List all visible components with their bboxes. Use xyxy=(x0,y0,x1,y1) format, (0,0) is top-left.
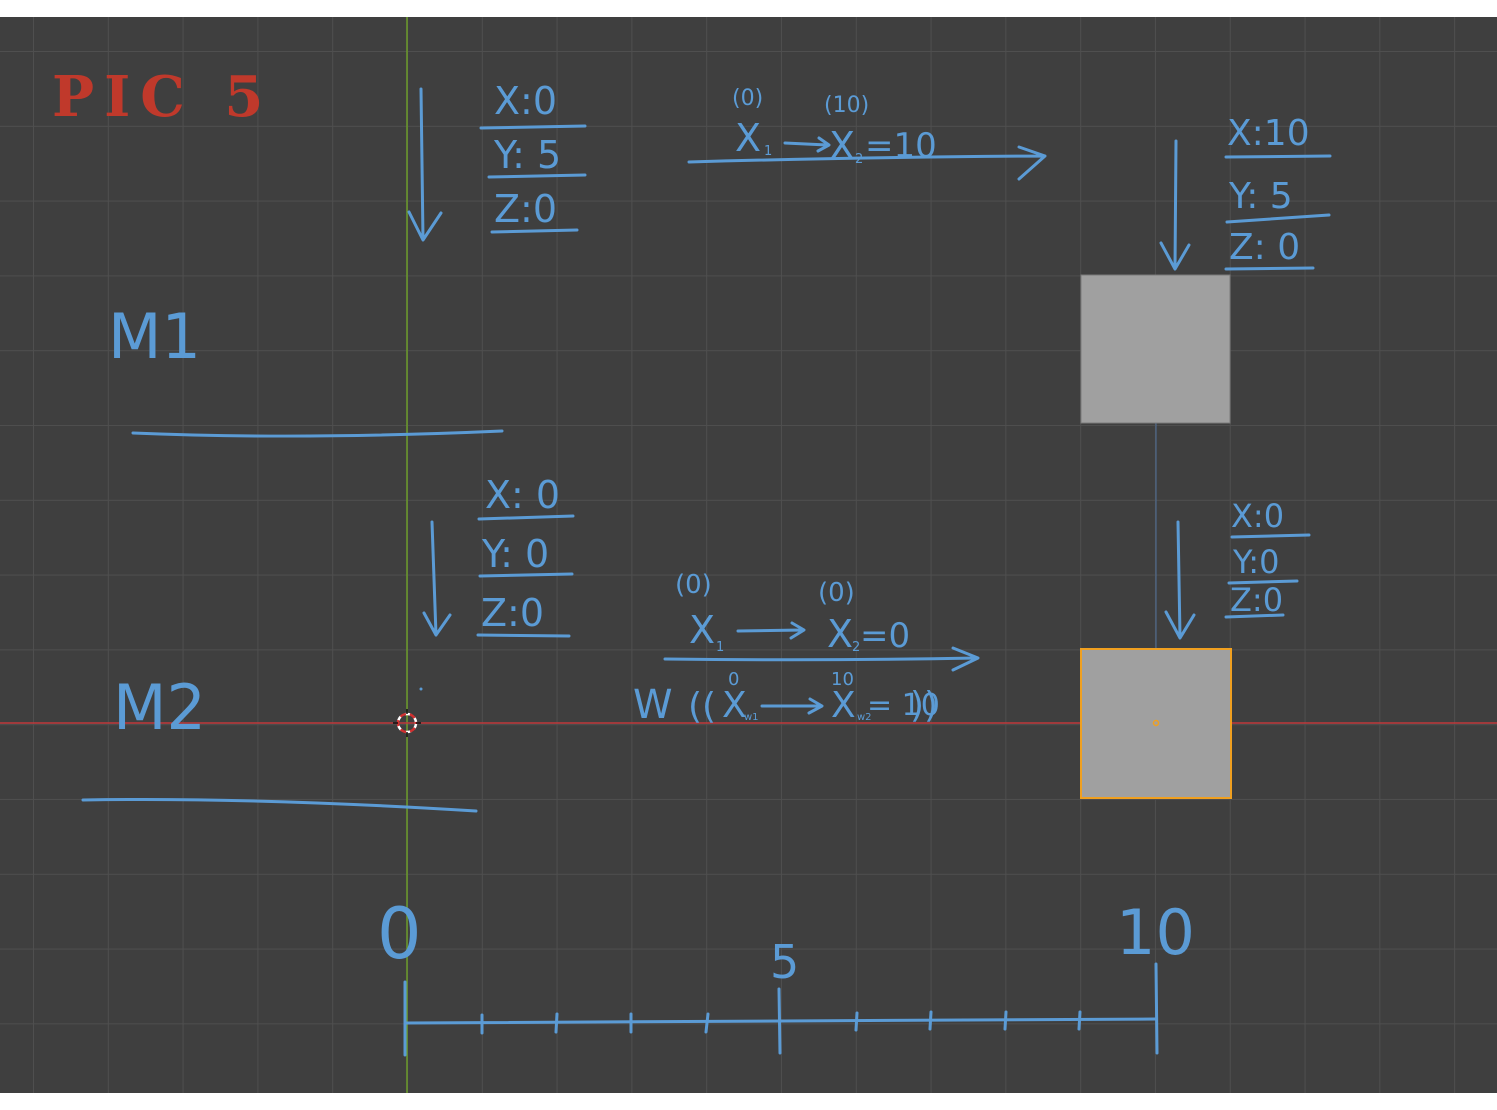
scale-label-10: 10 xyxy=(1116,896,1195,969)
stray-dot xyxy=(419,687,423,691)
separator-m1 xyxy=(131,429,504,438)
separator-m2 xyxy=(81,797,478,813)
m2-start-z: Z:0 xyxy=(481,591,544,635)
annotation-layer: M1 X:0 Y: 5 Z:0 (0) X 1 (10) X 2 =10 X:1… xyxy=(81,79,1332,1057)
svg-text:X: X xyxy=(829,124,855,168)
m1-start-z: Z:0 xyxy=(494,187,557,231)
arrow-down-m2-start xyxy=(422,520,452,637)
svg-text:(10): (10) xyxy=(824,93,869,118)
svg-text:(0): (0) xyxy=(675,570,712,600)
page-title: PIC 5 xyxy=(52,64,274,130)
viewport-canvas[interactable]: M1 X:0 Y: 5 Z:0 (0) X 1 (10) X 2 =10 X:1… xyxy=(0,17,1497,1093)
m1-translation-note: (0) X 1 (10) X 2 =10 xyxy=(732,86,937,168)
m2-end-z: Z:0 xyxy=(1230,581,1283,619)
m1-end-y: Y: 5 xyxy=(1228,176,1293,217)
m1-start-x-rule xyxy=(479,124,587,130)
m1-start-z-rule xyxy=(490,228,579,234)
svg-text:(0): (0) xyxy=(732,86,763,111)
svg-text:X: X xyxy=(831,685,856,726)
svg-text:X: X xyxy=(722,685,747,726)
svg-text:(0): (0) xyxy=(818,578,855,608)
m2-end-z-rule xyxy=(1224,613,1285,619)
svg-text:)): )) xyxy=(910,685,938,726)
arrow-down-m1-end xyxy=(1159,139,1191,271)
m1-end-z-rule xyxy=(1224,266,1315,271)
m1-start-x: X:0 xyxy=(494,79,557,123)
m2-translation-note: (0) X 1 (0) X 2 =0 xyxy=(675,570,910,656)
svg-text:X: X xyxy=(735,116,761,160)
svg-text:=10: =10 xyxy=(865,126,937,166)
svg-text:X: X xyxy=(827,612,853,656)
label-m1: M1 xyxy=(108,300,201,373)
svg-text:((: (( xyxy=(688,686,716,727)
m2-end-x-rule xyxy=(1230,533,1311,539)
m1-end-x: X:10 xyxy=(1227,113,1310,154)
m1-start-y-rule xyxy=(487,173,587,179)
m2-start-y-rule xyxy=(478,572,574,578)
m2-end-y: Y:0 xyxy=(1232,543,1279,581)
scale-label-0: 0 xyxy=(377,893,422,975)
scale-label-5: 5 xyxy=(770,935,799,989)
svg-text:1: 1 xyxy=(764,144,772,159)
svg-text:X: X xyxy=(689,608,715,652)
m2-end-x: X:0 xyxy=(1231,497,1284,535)
m2-start-x: X: 0 xyxy=(485,473,560,517)
svg-text:w1: w1 xyxy=(744,712,759,723)
arrow-down-m1-start xyxy=(407,87,443,242)
m1-end-z: Z: 0 xyxy=(1229,227,1300,268)
m1-end-x-rule xyxy=(1224,154,1332,159)
m2-start-z-rule xyxy=(476,633,571,638)
label-m2: M2 xyxy=(113,671,206,744)
m1-start-y: Y: 5 xyxy=(493,133,561,177)
m2-start-y: Y: 0 xyxy=(481,532,549,576)
svg-text:=0: =0 xyxy=(860,616,910,656)
svg-text:W: W xyxy=(633,682,673,728)
svg-text:1: 1 xyxy=(716,640,724,655)
arrow-down-m2-end xyxy=(1164,520,1196,640)
m2-world-note: W (( 0 X w1 10 X w2 = 10 )) xyxy=(633,669,940,728)
